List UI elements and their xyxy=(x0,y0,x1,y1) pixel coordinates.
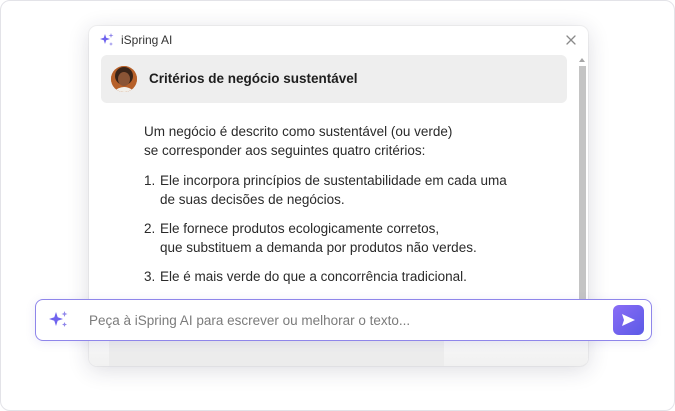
intro-text: Um negócio é descrito como sustentável (… xyxy=(144,122,564,160)
send-icon xyxy=(622,314,635,326)
response-content: Um negócio é descrito como sustentável (… xyxy=(144,122,564,296)
prompt-bar xyxy=(35,299,652,341)
panel-title: iSpring AI xyxy=(121,33,173,47)
send-button[interactable] xyxy=(613,305,644,335)
list-item-line: Ele fornece produtos ecologicamente corr… xyxy=(160,221,440,236)
card-title: Critérios de negócio sustentável xyxy=(149,71,358,86)
panel-header: iSpring AI xyxy=(89,26,588,54)
intro-line: Um negócio é descrito como sustentável (… xyxy=(144,124,453,139)
avatar xyxy=(111,66,137,92)
title-card: Critérios de negócio sustentável xyxy=(101,55,567,103)
prompt-input[interactable] xyxy=(89,308,589,332)
list-number: 2. xyxy=(144,221,156,236)
list-item-line: Ele incorpora princípios de sustentabili… xyxy=(160,173,507,188)
list-item: 3. Ele é mais verde do que a concorrênci… xyxy=(144,267,564,286)
scroll-up-arrow-icon[interactable] xyxy=(578,56,586,64)
sparkle-icon xyxy=(100,33,114,46)
intro-line: se corresponder aos seguintes quatro cri… xyxy=(144,143,426,158)
list-item-line: Ele é mais verde do que a concorrência t… xyxy=(160,269,467,284)
app-frame: iSpring AI Critérios de negócio sustentá… xyxy=(0,0,675,411)
sparkle-icon xyxy=(49,311,68,327)
list-item-line: de suas decisões de negócios. xyxy=(160,192,345,207)
list-number: 1. xyxy=(144,173,156,188)
close-icon[interactable] xyxy=(564,33,578,47)
list-item: 2. Ele fornece produtos ecologicamente c… xyxy=(144,219,564,257)
list-item-line: que substituem a demanda por produtos nã… xyxy=(160,240,477,255)
list-number: 3. xyxy=(144,269,156,284)
list-item: 1. Ele incorpora princípios de sustentab… xyxy=(144,171,564,209)
